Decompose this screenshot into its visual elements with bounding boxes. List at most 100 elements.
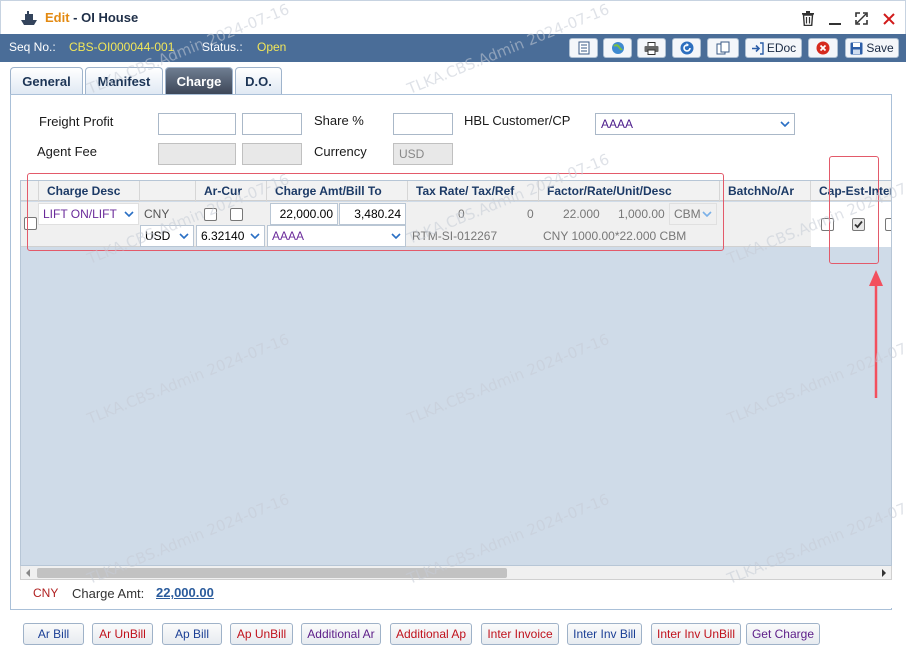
inter-invoice-button[interactable]: Inter Invoice (481, 623, 559, 645)
freight-profit-input[interactable] (158, 113, 236, 135)
chevron-down-icon (776, 114, 794, 134)
col-batchno[interactable]: BatchNo/Ar (728, 184, 794, 198)
cur-secondary: USD (145, 229, 171, 243)
check-icon (854, 220, 863, 229)
copy-icon (716, 41, 730, 55)
grid-header: Charge Desc Ar-Cur Charge Amt/Bill To Ta… (21, 181, 891, 201)
minimize-icon[interactable] (826, 10, 843, 27)
trash-icon[interactable] (799, 10, 816, 27)
cancel-icon (816, 41, 830, 55)
share-label: Share % (314, 113, 364, 128)
edoc-button[interactable]: EDoc (745, 38, 802, 58)
bill-to-select[interactable]: AAAA (267, 225, 406, 247)
agent-fee-input (158, 143, 236, 165)
col-cap-est-inter[interactable]: Cap-Est-Inter (819, 184, 891, 198)
ap-unbill-button[interactable]: Ap UnBill (230, 623, 293, 645)
row-select-checkbox[interactable] (24, 217, 37, 230)
bill-amt-input[interactable]: 3,480.24 (339, 203, 406, 225)
unit-value: CBM (674, 207, 701, 221)
agent-fee-label: Agent Fee (37, 144, 97, 159)
inter-checkbox[interactable] (885, 218, 891, 231)
inter-inv-unbill-button[interactable]: Inter Inv UnBill (651, 623, 741, 645)
ex-rate-select[interactable]: 6.32140 (196, 225, 265, 247)
est-checkbox[interactable] (852, 218, 865, 231)
freight-profit-input-2[interactable] (242, 113, 302, 135)
ship-icon (21, 11, 37, 25)
ar-bill-button[interactable]: Ar Bill (23, 623, 84, 645)
unit-select[interactable]: CBM (669, 203, 717, 225)
cap-checkbox[interactable] (821, 218, 834, 231)
chevron-down-icon (246, 226, 264, 246)
col-tax-rate[interactable]: Tax Rate/ Tax/Ref (416, 184, 514, 198)
summary-currency: CNY (33, 586, 59, 600)
ar-checkbox-2[interactable] (230, 208, 243, 221)
rate-value: 1,000.00 (618, 207, 665, 221)
document-button[interactable] (569, 38, 598, 58)
scroll-right-icon[interactable] (881, 569, 887, 577)
table-row[interactable]: LIFT ON/LIFT CNY 22,000.00 3,480.24 0 0 … (21, 202, 891, 247)
cancel-button[interactable] (808, 38, 838, 58)
status-value: Open (257, 40, 287, 54)
edoc-label: EDoc (766, 41, 797, 55)
tab-general[interactable]: General (10, 67, 83, 95)
seq-no-value: CBS-OI000044-001 (69, 40, 175, 54)
chevron-down-icon (120, 204, 138, 224)
charge-amt-input[interactable]: 22,000.00 (270, 203, 338, 225)
save-label: Save (866, 41, 894, 55)
charge-desc-value: LIFT ON/LIFT (43, 207, 117, 221)
charge-desc-select[interactable]: LIFT ON/LIFT (38, 203, 139, 225)
annotation-arrow-icon (869, 270, 883, 398)
desc-value: CNY 1000.00*22.000 CBM (543, 229, 687, 243)
tab-do[interactable]: D.O. (235, 67, 282, 95)
print-button[interactable] (637, 38, 666, 58)
get-charge-button[interactable]: Get Charge (746, 623, 820, 645)
currency-input: USD (393, 143, 453, 165)
inter-inv-bill-button[interactable]: Inter Inv Bill (567, 623, 642, 645)
tab-charge[interactable]: Charge (165, 67, 233, 95)
record-header-bar: Seq No.: CBS-OI000044-001 Status.: Open … (0, 34, 906, 62)
agent-fee-input-2 (242, 143, 302, 165)
additional-ap-button[interactable]: Additional Ap (390, 623, 472, 645)
maximize-icon[interactable] (853, 10, 870, 27)
seq-no-label: Seq No.: (9, 40, 56, 54)
cur-select[interactable]: USD (140, 225, 194, 247)
scrollbar-thumb[interactable] (37, 568, 507, 578)
tax-value: 0 (527, 207, 534, 221)
ex-rate-value: 6.32140 (201, 229, 245, 243)
save-button[interactable]: Save (845, 38, 899, 58)
hbl-customer-label: HBL Customer/CP (464, 113, 571, 128)
chevron-down-icon (387, 226, 405, 246)
charge-summary: CNY Charge Amt: 22,000.00 (20, 580, 892, 608)
ar-unbill-button[interactable]: Ar UnBill (92, 623, 153, 645)
globe-icon (611, 42, 624, 54)
currency-label: Currency (314, 144, 367, 159)
chevron-down-icon (698, 204, 716, 224)
window-titlebar: Edit - OI House (0, 0, 906, 34)
col-charge-desc[interactable]: Charge Desc (47, 184, 120, 198)
charge-amt-label: Charge Amt: (72, 586, 145, 601)
factor-value: 22.000 (563, 207, 600, 221)
col-ar-cur[interactable]: Ar-Cur (204, 184, 242, 198)
cur-primary: CNY (144, 207, 170, 221)
bill-to-value: AAAA (272, 229, 305, 243)
tab-manifest[interactable]: Manifest (85, 67, 163, 95)
chevron-down-icon (175, 226, 193, 246)
globe-button[interactable] (603, 38, 632, 58)
horizontal-scrollbar[interactable] (20, 566, 892, 580)
ap-bill-button[interactable]: Ap Bill (162, 623, 222, 645)
refresh-button[interactable] (672, 38, 701, 58)
additional-ar-button[interactable]: Additional Ar (301, 623, 381, 645)
copy-button[interactable] (707, 38, 739, 58)
window-title: Edit - OI House (45, 10, 139, 25)
scroll-left-icon[interactable] (25, 569, 31, 577)
import-icon (751, 41, 764, 55)
col-factor-rate[interactable]: Factor/Rate/Unit/Desc (547, 184, 672, 198)
hbl-customer-select[interactable]: AAAA (595, 113, 795, 135)
tax-rate-value: 0 (458, 207, 465, 221)
ref-value: RTM-SI-012267 (412, 229, 498, 243)
share-input[interactable] (393, 113, 453, 135)
charge-amt-total[interactable]: 22,000.00 (156, 585, 214, 600)
close-icon[interactable] (880, 10, 897, 27)
col-charge-amt[interactable]: Charge Amt/Bill To (275, 184, 382, 198)
ar-checkbox-1[interactable] (204, 208, 217, 221)
